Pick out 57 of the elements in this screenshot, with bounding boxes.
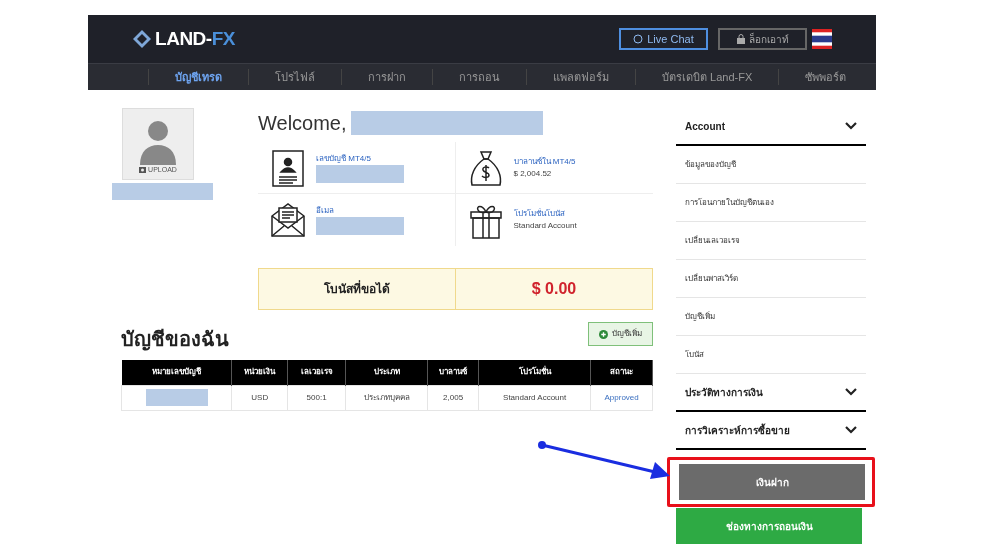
sidebar-section-header[interactable]: ประวัติทางการเงิน (676, 374, 866, 412)
bonus-amount: $ 0.00 (531, 279, 577, 299)
chevron-down-icon (845, 426, 857, 434)
sidebar-section-header[interactable]: การวิเคราะห์การซื้อขาย (676, 412, 866, 450)
table-cell: 500:1 (287, 385, 346, 410)
sidebar-link[interactable]: โบนัส (676, 336, 866, 374)
table-cell: Standard Account (478, 385, 591, 410)
camera-icon (139, 166, 147, 173)
column-header: สถานะ (590, 360, 653, 385)
nav-tab[interactable]: การฝาก (341, 68, 432, 86)
envelope-icon (270, 200, 306, 240)
plus-circle-icon (599, 329, 608, 339)
sidebar-section-header[interactable]: Account (676, 108, 866, 146)
column-header: บาลานซ์ (427, 360, 479, 385)
logout-button[interactable]: ล็อกเอาท์ (718, 28, 807, 50)
info-link[interactable]: เลขบัญชี MT4/5 (316, 152, 404, 165)
id-card-icon (270, 147, 306, 188)
sidebar-link[interactable]: เปลี่ยนพาสเวิร์ด (676, 260, 866, 298)
column-header: ประเภท (345, 360, 428, 385)
sidebar-link[interactable]: การโอนภายในบัญชีตนเอง (676, 184, 866, 222)
thai-flag-icon (812, 29, 832, 49)
status-link[interactable]: Approved (590, 385, 653, 410)
nav-tab[interactable]: การถอน (432, 68, 526, 86)
chevron-down-icon (845, 388, 857, 396)
live-chat-button[interactable]: Live Chat (619, 28, 708, 50)
info-value: $ 2,004.52 (513, 167, 553, 180)
column-header: เลเวอเรจ (287, 360, 346, 385)
table-cell: USD (231, 385, 288, 410)
welcome-heading: Welcome, (258, 111, 347, 136)
info-link[interactable]: โปรโมชั่นโบนัส (513, 208, 577, 220)
person-silhouette-icon (138, 118, 178, 165)
nav-tab[interactable]: บัตรเดบิต Land-FX (635, 68, 779, 86)
bonus-label: โบนัสที่ขอได้ (324, 280, 390, 298)
lock-icon (736, 34, 745, 44)
deposit-button[interactable]: เงินฝาก (679, 464, 865, 500)
nav-tab[interactable]: บัญชีเทรด (148, 68, 248, 86)
chat-icon (633, 34, 644, 44)
redaction-bar (145, 389, 208, 406)
chevron-down-icon (845, 122, 857, 130)
nav-tab[interactable]: ซัพพอร์ต (778, 68, 873, 86)
sidebar-link[interactable]: บัญชีเพิ่ม (676, 298, 866, 336)
info-link[interactable]: อีเมล (316, 205, 404, 217)
accounts-heading: บัญชีของฉัน (121, 327, 229, 353)
column-header: โปรโมชั่น (478, 360, 591, 385)
column-header: หน่วยเงิน (231, 360, 288, 385)
add-account-button[interactable]: บัญชีเพิ่ม (588, 322, 653, 346)
nav-tab[interactable]: โปรไฟล์ (248, 68, 341, 86)
info-link[interactable]: บาลานซ์ใน MT4/5 (513, 155, 576, 168)
nav-tab[interactable]: แพลตฟอร์ม (526, 68, 635, 86)
column-header: หมายเลขบัญชี (121, 360, 232, 385)
table-cell: ประเภทบุคคล (345, 385, 428, 410)
sidebar-link[interactable]: เปลี่ยนเลเวอเรจ (676, 222, 866, 260)
info-value: Standard Account (513, 220, 577, 232)
table-cell: 2,005 (427, 385, 479, 410)
logo-icon (132, 29, 152, 49)
sidebar-link[interactable]: ข้อมูลของบัญชี (676, 146, 866, 184)
logo-text: LAND-FX (155, 26, 236, 51)
